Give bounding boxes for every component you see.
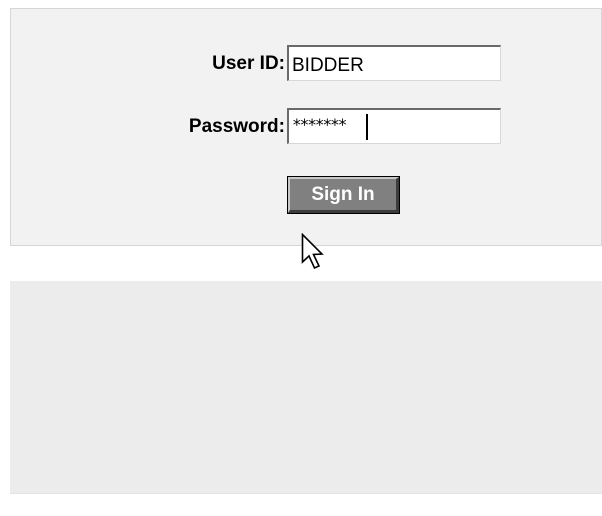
password-label: Password: — [188, 116, 285, 137]
user-id-label: User ID: — [212, 53, 285, 74]
page: User ID: Password: ******* Sign In — [0, 0, 602, 516]
user-id-row: User ID: — [11, 45, 601, 81]
password-row: Password: ******* — [11, 108, 601, 144]
password-input[interactable] — [287, 108, 501, 144]
mouse-pointer-arrow-icon — [301, 233, 324, 270]
sign-in-button[interactable]: Sign In — [287, 176, 400, 214]
content-panel — [10, 281, 602, 494]
user-id-input[interactable] — [287, 45, 501, 81]
login-panel: User ID: Password: ******* Sign In — [10, 8, 602, 246]
text-caret — [366, 114, 368, 140]
